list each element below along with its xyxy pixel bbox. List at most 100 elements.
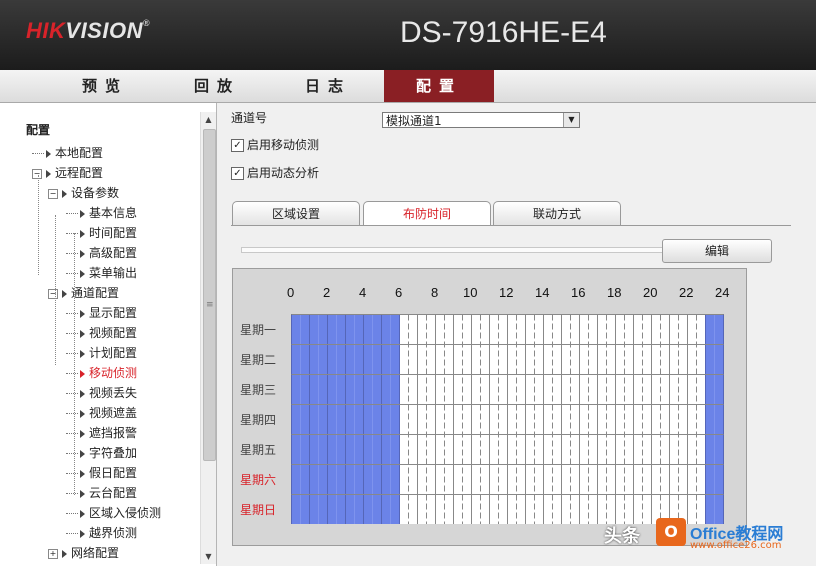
tree-connector <box>66 433 78 434</box>
sidebar-item[interactable]: 视频遮盖 <box>66 403 137 423</box>
tab-linkage-method[interactable]: 联动方式 <box>493 201 621 226</box>
sidebar-item-label: 设备参数 <box>71 186 120 200</box>
scroll-down-arrow-icon[interactable]: ▼ <box>201 549 216 564</box>
enable-dynamic-label: 启用动态分析 <box>247 166 320 180</box>
sidebar-item[interactable]: 本地配置 <box>32 143 103 163</box>
collapse-icon[interactable]: − <box>48 288 58 299</box>
sidebar-item-label: 基本信息 <box>89 206 138 220</box>
sidebar-item-label: 本地配置 <box>55 146 104 160</box>
hour-tick-label: 0 <box>287 285 295 300</box>
tree-connector <box>66 393 78 394</box>
sidebar-item[interactable]: 越界侦测 <box>66 523 137 543</box>
sidebar-item-label: 视频遮盖 <box>89 406 138 420</box>
day-label: 星期二 <box>240 353 277 367</box>
nav-tab-playback[interactable]: 回放 <box>162 70 272 102</box>
enable-dynamic-checkbox[interactable]: ✓ <box>231 167 244 180</box>
hour-tick-label: 18 <box>607 285 622 300</box>
arrow-right-icon <box>80 509 85 518</box>
sidebar-item[interactable]: − 设备参数 <box>48 183 119 203</box>
tree-guide-line <box>74 233 75 495</box>
channel-select[interactable]: 模拟通道1 ▼ <box>382 112 580 128</box>
scroll-thumb[interactable]: ≡ <box>203 129 216 461</box>
sidebar-item[interactable]: 区域入侵侦测 <box>66 503 161 523</box>
nav-tab-preview[interactable]: 预览 <box>50 70 160 102</box>
sidebar-item[interactable]: 字符叠加 <box>66 443 137 463</box>
sidebar-item-label: 显示配置 <box>89 306 138 320</box>
tab-arming-schedule[interactable]: 布防时间 <box>363 201 491 226</box>
tree-connector <box>66 493 78 494</box>
sidebar-item-label: 时间配置 <box>89 226 138 240</box>
hour-tick-label: 24 <box>715 285 730 300</box>
expand-icon[interactable]: + <box>48 548 58 559</box>
sidebar-item[interactable]: 移动侦测 <box>66 363 137 383</box>
tab-region-settings[interactable]: 区域设置 <box>232 201 360 226</box>
arrow-right-icon <box>80 309 85 318</box>
arrow-right-icon <box>80 269 85 278</box>
collapse-icon[interactable]: − <box>48 188 58 199</box>
hour-tick-label: 14 <box>535 285 550 300</box>
arrow-right-icon <box>80 489 85 498</box>
arrow-right-icon <box>62 549 67 558</box>
enable-motion-row[interactable]: ✓ 启用移动侦测 <box>231 136 319 153</box>
arrow-right-icon <box>80 349 85 358</box>
arrow-right-icon <box>80 249 85 258</box>
hour-tick-label: 22 <box>679 285 694 300</box>
sidebar-item-label: 通道配置 <box>71 286 120 300</box>
enable-dynamic-row[interactable]: ✓ 启用动态分析 <box>231 164 319 181</box>
sidebar-item-label: 移动侦测 <box>89 366 138 380</box>
scroll-up-arrow-icon[interactable]: ▲ <box>201 112 216 127</box>
day-label: 星期五 <box>240 443 277 457</box>
sidebar-item[interactable]: − 远程配置 <box>32 163 103 183</box>
arrow-right-icon <box>80 329 85 338</box>
sidebar-item[interactable]: 时间配置 <box>66 223 137 243</box>
hour-tick-label: 2 <box>323 285 331 300</box>
arrow-right-icon <box>80 389 85 398</box>
sidebar-item[interactable]: 计划配置 <box>66 343 137 363</box>
sidebar-item[interactable]: 高级配置 <box>66 243 137 263</box>
tree-connector <box>66 533 78 534</box>
hour-tick-label: 10 <box>463 285 478 300</box>
tree-guide-line <box>38 175 39 275</box>
sidebar-item[interactable]: 视频丢失 <box>66 383 137 403</box>
sidebar-item-label: 视频丢失 <box>89 386 138 400</box>
channel-select-value: 模拟通道1 <box>386 114 442 128</box>
arrow-right-icon <box>80 529 85 538</box>
tree-connector <box>66 213 78 214</box>
sidebar-item[interactable]: 云台配置 <box>66 483 137 503</box>
day-label: 星期一 <box>240 323 277 337</box>
sidebar-scrollbar[interactable]: ▲ ≡ ▼ <box>200 112 216 564</box>
tree-connector <box>66 413 78 414</box>
watermark-url: www.office26.com <box>690 540 782 551</box>
sidebar-item[interactable]: 遮挡报警 <box>66 423 137 443</box>
nav-tab-config[interactable]: 配置 <box>384 70 494 102</box>
edit-button[interactable]: 编辑 <box>662 239 772 263</box>
sidebar-item[interactable]: 视频配置 <box>66 323 137 343</box>
schedule-grid-canvas[interactable] <box>291 314 725 524</box>
tree-connector <box>66 353 78 354</box>
sidebar-item-label: 菜单输出 <box>89 266 138 280</box>
tree-connector <box>66 273 78 274</box>
grip-icon: ≡ <box>206 300 214 310</box>
sidebar-item[interactable]: 菜单输出 <box>66 263 137 283</box>
day-label: 星期四 <box>240 413 277 427</box>
arrow-right-icon <box>80 429 85 438</box>
chevron-down-icon[interactable]: ▼ <box>563 113 579 127</box>
app-header: HIKVISION® DS-7916HE-E4 <box>0 0 816 70</box>
day-label: 星期三 <box>240 383 277 397</box>
tree-connector <box>66 473 78 474</box>
enable-motion-checkbox[interactable]: ✓ <box>231 139 244 152</box>
arrow-right-icon <box>46 149 51 158</box>
sidebar-item[interactable]: − 通道配置 <box>48 283 119 303</box>
arrow-right-icon <box>80 469 85 478</box>
tree-connector <box>66 513 78 514</box>
hour-tick-label: 16 <box>571 285 586 300</box>
day-label: 星期六 <box>240 473 277 487</box>
sidebar-item[interactable]: 假日配置 <box>66 463 137 483</box>
sidebar-item[interactable]: + 网络配置 <box>48 543 119 563</box>
config-sidebar: 配置 本地配置 − 远程配置 − 设备参数 基本信息 时间配置 高级配置 菜单输出 − 通道配置 显示… <box>0 103 217 566</box>
tree-connector <box>66 453 78 454</box>
sidebar-item[interactable]: 显示配置 <box>66 303 137 323</box>
sidebar-item[interactable]: 基本信息 <box>66 203 137 223</box>
collapse-icon[interactable]: − <box>32 168 42 179</box>
nav-tab-log[interactable]: 日志 <box>273 70 383 102</box>
